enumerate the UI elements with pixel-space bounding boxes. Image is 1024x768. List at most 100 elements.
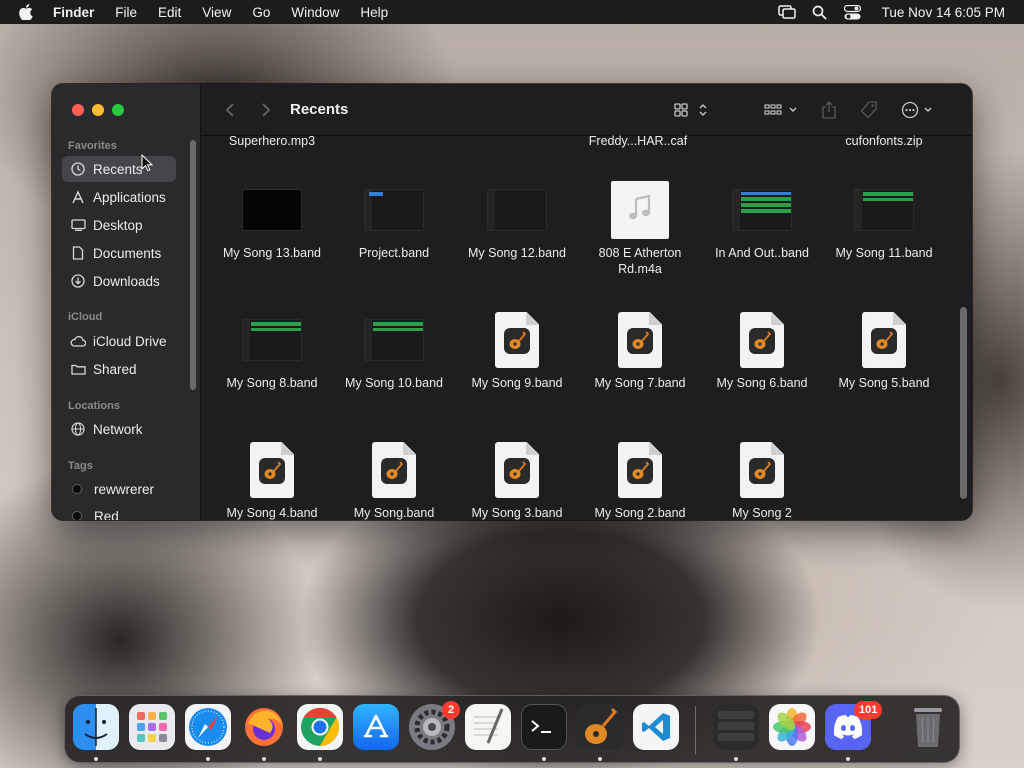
dock-app-garageband[interactable] (577, 704, 623, 750)
project-thumbnail (363, 181, 425, 239)
file-item[interactable]: 808 E Atherton Rd.m4a (577, 181, 703, 277)
file-item[interactable]: Project.band (331, 181, 457, 261)
garageband-document-icon (853, 311, 915, 369)
apple-menu-icon[interactable] (19, 4, 33, 20)
dock-app-chrome[interactable] (297, 704, 343, 750)
sidebar-item-documents[interactable]: Documents (62, 240, 176, 266)
control-center-icon[interactable] (844, 4, 862, 20)
dock-app-firefox[interactable] (241, 704, 287, 750)
app-menu-finder[interactable]: Finder (53, 5, 94, 20)
safari-compass-icon (189, 708, 227, 746)
dock-app-terminal[interactable] (521, 704, 567, 750)
sidebar-item-recents[interactable]: Recents (62, 156, 176, 182)
file-name: My Song 12.band (468, 246, 566, 260)
file-item[interactable]: My Song 7.band (577, 311, 703, 391)
file-name: My Song 5.band (838, 376, 930, 390)
file-item[interactable]: My Song 9.band (454, 311, 580, 391)
file-item[interactable]: My Song 4.band (209, 441, 335, 520)
downloads-icon (70, 273, 86, 289)
sidebar-scrollbar[interactable] (190, 140, 196, 390)
file-grid: Superhero.mp3 Freddy...HAR..caf cufonfon… (202, 134, 972, 520)
file-item[interactable]: My Song 2 (699, 441, 825, 520)
sidebar-item-label: Applications (93, 189, 166, 205)
menu-go[interactable]: Go (252, 5, 270, 20)
file-item[interactable]: In And Out..band (699, 181, 825, 261)
sidebar-item-tag-red[interactable]: Red (62, 503, 176, 520)
file-item-cufonfonts[interactable]: cufonfonts.zip (821, 134, 947, 148)
file-item[interactable]: My Song 5.band (821, 311, 947, 391)
cloud-icon (70, 333, 86, 349)
menu-edit[interactable]: Edit (158, 5, 181, 20)
tag-icon[interactable] (857, 98, 881, 122)
window-title: Recents (290, 101, 349, 118)
back-icon[interactable] (220, 98, 240, 122)
spotlight-search-icon[interactable] (811, 4, 829, 20)
project-thumbnail (731, 181, 793, 239)
file-item[interactable]: My Song 8.band (209, 311, 335, 391)
dock-app-photos[interactable] (769, 704, 815, 750)
dock-app-app-store[interactable] (353, 704, 399, 750)
dock-app-finder[interactable] (73, 704, 119, 750)
sidebar-section-icloud: iCloud (68, 311, 103, 323)
file-item-freddy[interactable]: Freddy...HAR..caf (575, 134, 701, 148)
sidebar-item-label: iCloud Drive (93, 333, 167, 349)
launchpad-icon (137, 712, 167, 742)
textedit-icon (474, 708, 504, 744)
notification-badge: 2 (442, 701, 460, 719)
file-name: 808 E Atherton Rd.m4a (598, 246, 682, 276)
mouse-cursor-icon (141, 154, 153, 172)
share-icon[interactable] (818, 98, 840, 122)
menu-help[interactable]: Help (360, 5, 388, 20)
file-item[interactable]: My Song.band (331, 441, 457, 520)
menu-view[interactable]: View (202, 5, 231, 20)
file-name: My Song 10.band (345, 376, 443, 390)
sidebar-item-shared[interactable]: Shared (62, 356, 176, 382)
menu-file[interactable]: File (115, 5, 137, 20)
trash-icon (914, 708, 942, 747)
file-item[interactable]: My Song 2.band (577, 441, 703, 520)
sidebar-item-icloud-drive[interactable]: iCloud Drive (62, 328, 176, 354)
dock-app-textedit[interactable] (465, 704, 511, 750)
zoom-window-button[interactable] (112, 104, 124, 116)
dock-stack-downloads[interactable] (713, 704, 759, 750)
file-item[interactable]: My Song 3.band (454, 441, 580, 520)
menu-window[interactable]: Window (291, 5, 339, 20)
content-scrollbar[interactable] (960, 307, 967, 499)
file-name: My Song 2.band (594, 506, 686, 520)
menu-bar-clock[interactable]: Tue Nov 14 6:05 PM (882, 5, 1005, 20)
garageband-document-icon (363, 441, 425, 499)
file-name: My Song 11.band (835, 246, 933, 260)
clock-icon (70, 161, 86, 177)
file-item[interactable]: My Song 11.band (821, 181, 947, 261)
garageband-document-icon (731, 311, 793, 369)
group-by-icon[interactable] (762, 98, 802, 122)
minimize-window-button[interactable] (92, 104, 104, 116)
file-item[interactable]: My Song 6.band (699, 311, 825, 391)
project-thumbnail (853, 181, 915, 239)
forward-icon[interactable] (256, 98, 276, 122)
firefox-icon (245, 708, 283, 746)
dock-app-trash[interactable] (905, 704, 951, 750)
sidebar-item-network[interactable]: Network (62, 416, 176, 442)
more-actions-icon[interactable] (900, 98, 936, 122)
dock-app-launchpad[interactable] (129, 704, 175, 750)
close-window-button[interactable] (72, 104, 84, 116)
dock-app-vscode[interactable] (633, 704, 679, 750)
icon-view-icon[interactable] (672, 98, 712, 122)
file-item[interactable]: My Song 10.band (331, 311, 457, 391)
document-icon (70, 245, 86, 261)
app-store-icon (363, 714, 389, 738)
file-item[interactable]: My Song 13.band (209, 181, 335, 261)
screen-mirroring-icon[interactable] (777, 4, 796, 20)
project-thumbnail (363, 311, 425, 369)
file-name: My Song 6.band (716, 376, 808, 390)
dock-app-safari[interactable] (185, 704, 231, 750)
sidebar-item-applications[interactable]: Applications (62, 184, 176, 210)
sidebar-section-tags: Tags (68, 460, 93, 472)
shared-folder-icon (70, 361, 86, 377)
file-item[interactable]: My Song 12.band (454, 181, 580, 261)
file-item-superhero[interactable]: Superhero.mp3 (209, 134, 335, 148)
sidebar-item-tag-rewwrerer[interactable]: rewwrerer (62, 476, 176, 502)
sidebar-item-downloads[interactable]: Downloads (62, 268, 176, 294)
sidebar-item-desktop[interactable]: Desktop (62, 212, 176, 238)
